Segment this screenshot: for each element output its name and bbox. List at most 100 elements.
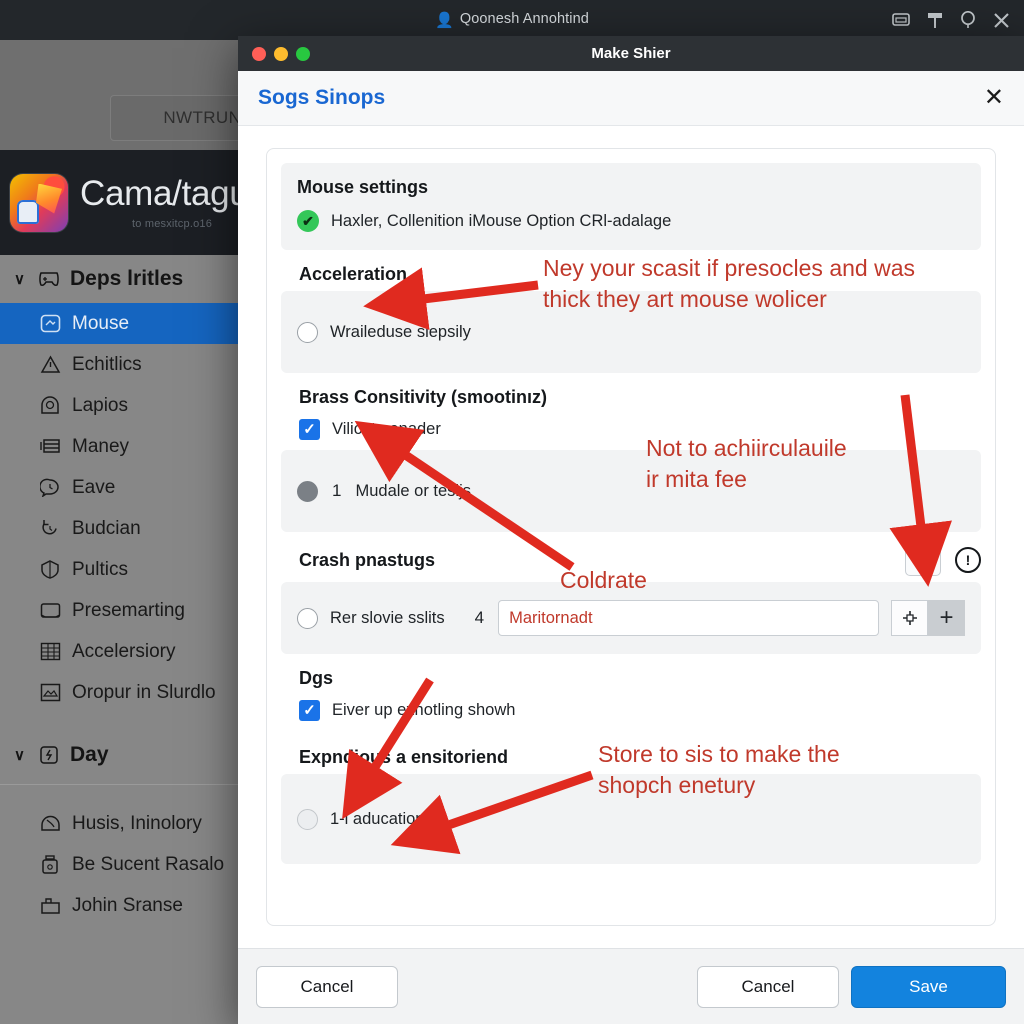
section-crash-pnastugs-header: Crash pnastugs ! — [281, 544, 981, 576]
green-check-icon[interactable]: ✔ — [297, 210, 319, 232]
sidebar-item-budcian[interactable]: Budcian — [0, 508, 250, 549]
chevron-down-icon[interactable]: ∨ — [14, 746, 28, 764]
os-topbar-title-group: 👤 Qoonesh Annohtind — [0, 11, 1024, 29]
sidebar-item-accelersiory[interactable]: Accelersiory — [0, 631, 250, 672]
sidebar-item-echitlics[interactable]: Echitlics — [0, 344, 250, 385]
window-title: Make Shier — [591, 45, 671, 62]
os-topbar-title: Qoonesh Annohtind — [459, 11, 589, 27]
cancel-button-left[interactable]: Cancel — [256, 965, 398, 1008]
sidebar-item-label: Lapios — [72, 394, 128, 416]
option-row[interactable]: 1 Mudale or tesljs — [297, 476, 965, 506]
option-row[interactable]: 1-l aducation — [297, 804, 965, 834]
traffic-lights[interactable] — [238, 46, 310, 61]
sidebar-item-be-sucent-rasalo[interactable]: Be Sucent Rasalo — [0, 844, 250, 885]
radio-button[interactable] — [297, 321, 318, 343]
grid-table-icon — [38, 642, 62, 661]
option-number: 1 — [332, 481, 342, 500]
clock-bubble-icon — [38, 478, 62, 497]
section-mouse-settings: Mouse settings ✔ Haxler, Collenition iMo… — [281, 163, 981, 250]
sidebar-item-label: Johin Sranse — [72, 894, 183, 916]
sidebar-item-mouse[interactable]: Mouse — [0, 303, 250, 344]
checkbox-checked-icon[interactable]: ✓ — [299, 699, 320, 721]
checkbox-checked-icon[interactable]: ✓ — [299, 418, 320, 440]
sidebar-item-label: Mouse — [72, 312, 130, 334]
section-header-buttons[interactable]: ! — [905, 544, 981, 576]
radio-button[interactable] — [297, 808, 318, 830]
option-row[interactable]: ✓ Eiver up exnotling showh — [299, 695, 981, 725]
sidebar-item-presemarting[interactable]: Presemarting — [0, 590, 250, 631]
jar-icon — [38, 855, 62, 874]
os-top-bar: 👤 Qoonesh Annohtind — [0, 0, 1024, 40]
section-heading: Brass Consitivity (smootinız) — [299, 387, 548, 407]
minimize-window-button[interactable] — [274, 46, 288, 61]
dialog-footer: Cancel Cancel Save — [238, 948, 1024, 1024]
option-label: Wraileduse slepsily — [330, 322, 471, 341]
sidebar-group-day[interactable]: ∨ Day — [0, 731, 250, 779]
zoom-window-button[interactable] — [296, 46, 310, 61]
dialog-body: Mouse settings ✔ Haxler, Collenition iMo… — [238, 126, 1024, 948]
radio-button-selected[interactable] — [297, 480, 318, 502]
option-row[interactable]: ✔ Haxler, Collenition iMouse Option CRl-… — [297, 206, 965, 236]
close-x-icon[interactable] — [993, 12, 1010, 29]
helmet-icon — [38, 814, 62, 833]
brand-subtitle: to mesxitcp.o16 — [132, 217, 213, 230]
sidebar-item-pultics[interactable]: Pultics — [0, 549, 250, 590]
sidebar-item-johin-sranse[interactable]: Johin Sranse — [0, 885, 250, 926]
gamepad-icon — [36, 271, 62, 287]
close-x-icon[interactable]: ✕ — [984, 86, 1004, 110]
refresh-c-icon[interactable] — [905, 544, 941, 576]
chevron-down-icon[interactable]: ∨ — [14, 270, 28, 288]
search-loupe-icon[interactable] — [960, 11, 976, 29]
sidebar-item-eave[interactable]: Eave — [0, 467, 250, 508]
display-icon[interactable] — [892, 12, 910, 28]
section-acceleration: Wraileduse slepsily — [281, 291, 981, 373]
sidebar[interactable]: ∨ Deps lritles Mouse Echitlics Lapios Ma… — [0, 255, 250, 1024]
option-row[interactable]: Wraileduse slepsily — [297, 317, 965, 347]
refresh-circle-icon — [38, 519, 62, 538]
option-label: Vilicate enader — [332, 419, 441, 438]
section-expndious: 1-l aducation — [281, 774, 981, 864]
ruler-icon[interactable] — [927, 12, 943, 29]
fingerprint-icon — [38, 396, 62, 415]
move-icon[interactable] — [891, 600, 928, 636]
sidebar-group-label: Deps lritles — [70, 267, 184, 290]
option-label: Haxler, Collenition iMouse Option CRl-ad… — [331, 211, 672, 230]
section-heading: Crash pnastugs — [299, 549, 436, 570]
badge-icon — [36, 745, 62, 765]
sidebar-item-label: Budcian — [72, 517, 141, 539]
radio-button[interactable] — [297, 607, 318, 629]
modal-window: Make Shier Sogs Sinops ✕ Mouse settings … — [238, 36, 1024, 1024]
sidebar-item-husis-ininolory[interactable]: Husis, Ininolory — [0, 803, 250, 844]
close-window-button[interactable] — [252, 46, 266, 61]
sidebar-group-deps-lritles[interactable]: ∨ Deps lritles — [0, 255, 250, 303]
plus-icon[interactable]: + — [928, 600, 965, 636]
mouse-pad-icon — [38, 314, 62, 333]
option-row[interactable]: ✓ Vilicate enader — [299, 414, 981, 444]
sidebar-item-maney[interactable]: Maney — [0, 426, 250, 467]
sidebar-item-oropur-in-slurdlo[interactable]: Oropur in Slurdlo — [0, 672, 250, 713]
sidebar-item-label: Accelersiory — [72, 640, 176, 662]
option-row[interactable]: Rer slovie sslits 4 Maritornadt + — [297, 600, 965, 636]
option-label: Mudale or tesljs — [355, 481, 472, 500]
window-icon — [38, 602, 62, 620]
option-label: Rer slovie sslits — [330, 608, 445, 627]
settings-panel: Mouse settings ✔ Haxler, Collenition iMo… — [266, 148, 996, 926]
person-icon: 👤 — [435, 12, 454, 29]
section-heading: Expndious a ensitoriend — [299, 747, 509, 767]
window-title-bar[interactable]: Make Shier — [238, 36, 1024, 71]
value-input[interactable]: Maritornadt — [498, 600, 879, 636]
brand-bar: Cama/tagu to mesxitcp.o16 — [0, 150, 250, 255]
sidebar-item-lapios[interactable]: Lapios — [0, 385, 250, 426]
info-exclaim-icon[interactable]: ! — [955, 547, 981, 573]
section-heading: Mouse settings — [297, 177, 429, 197]
sidebar-item-label: Eave — [72, 476, 116, 498]
sidebar-item-label: Pultics — [72, 558, 128, 580]
stepper-controls[interactable]: + — [891, 600, 965, 636]
section-heading: Acceleration — [299, 264, 408, 284]
option-number: 4 — [474, 608, 485, 627]
os-topbar-actions[interactable] — [892, 0, 1016, 40]
cancel-button-right[interactable]: Cancel — [697, 965, 839, 1008]
save-button[interactable]: Save — [851, 965, 1006, 1008]
